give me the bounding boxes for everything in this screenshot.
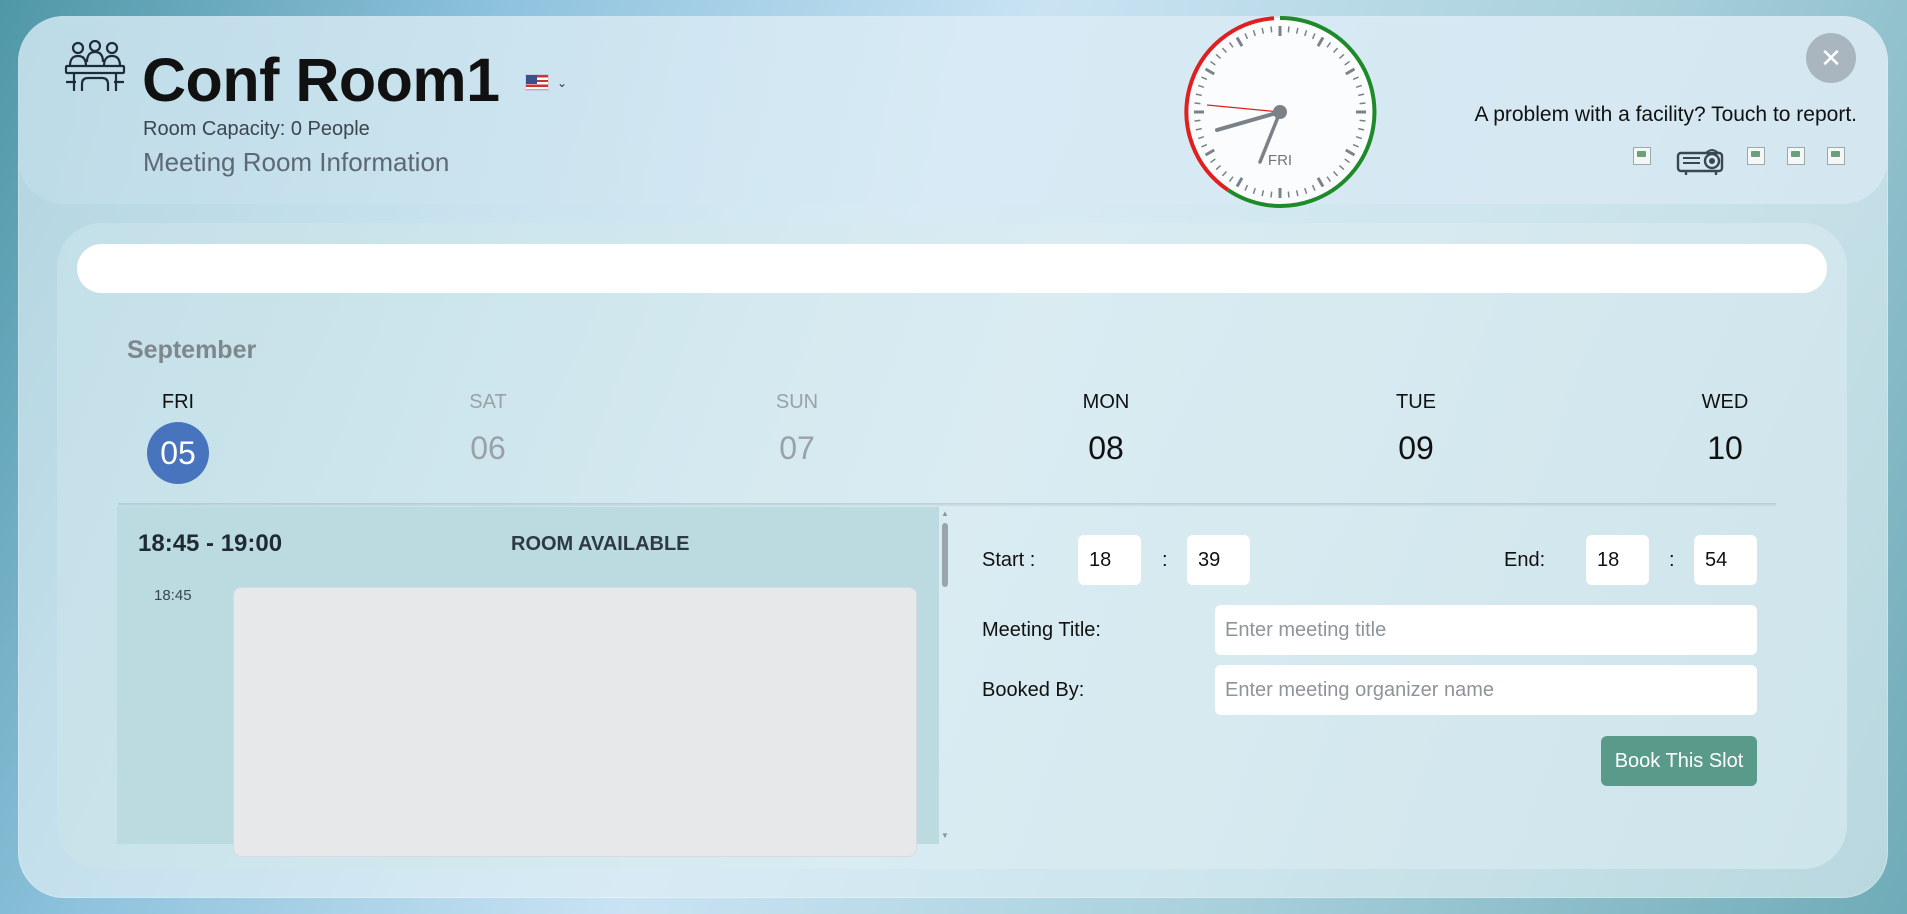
room-capacity: Room Capacity: 0 People <box>143 118 370 140</box>
end-label: End: <box>1504 549 1546 571</box>
day-tue[interactable]: TUE 09 <box>1356 391 1476 467</box>
day-name: FRI <box>161 391 195 413</box>
us-flag-icon <box>525 74 549 91</box>
clock-tick <box>1270 191 1273 198</box>
room-status: ROOM AVAILABLE <box>511 533 690 555</box>
facility-icons <box>1632 144 1852 180</box>
meeting-room-icon <box>64 40 126 91</box>
day-sun[interactable]: SUN 07 <box>737 391 857 467</box>
day-number: 08 <box>1088 430 1124 466</box>
clock-day: FRI <box>1268 152 1292 169</box>
meeting-title-label: Meeting Title: <box>982 619 1101 641</box>
clock-tick <box>1359 119 1366 122</box>
clock-tick <box>1194 102 1201 105</box>
slot-time-label: 18:45 <box>154 587 192 604</box>
schedule-scrollbar[interactable]: ▲ ▼ <box>939 507 953 844</box>
clock-tick <box>1287 26 1290 33</box>
close-button[interactable]: ✕ <box>1806 33 1856 83</box>
day-name: SUN <box>775 391 819 413</box>
organizer-input[interactable] <box>1215 665 1757 715</box>
day-name: WED <box>1701 391 1749 413</box>
start-hour-input[interactable] <box>1078 535 1141 585</box>
clock-tick <box>1359 102 1366 105</box>
day-number: 06 <box>470 430 506 466</box>
projector-icon[interactable] <box>1676 146 1728 176</box>
announcement-bar[interactable] <box>77 244 1827 293</box>
day-sat[interactable]: SAT 06 <box>428 391 548 467</box>
chevron-down-icon: ⌄ <box>557 75 568 90</box>
analog-clock: FRI <box>1184 15 1377 208</box>
scroll-up-icon[interactable]: ▲ <box>941 509 949 518</box>
day-number: 07 <box>779 430 815 466</box>
start-label: Start : <box>982 549 1036 571</box>
day-number: 09 <box>1398 430 1434 466</box>
page-subtitle: Meeting Room Information <box>143 147 450 177</box>
scroll-thumb[interactable] <box>942 523 948 587</box>
day-wed[interactable]: WED 10 <box>1665 391 1785 467</box>
book-slot-button[interactable]: Book This Slot <box>1601 736 1757 786</box>
broken-image-icon[interactable] <box>1747 147 1765 165</box>
day-name: SAT <box>469 391 507 413</box>
end-hour-input[interactable] <box>1586 535 1649 585</box>
month-label: September <box>127 336 257 364</box>
day-mon[interactable]: MON 08 <box>1046 391 1166 467</box>
end-minute-input[interactable] <box>1694 535 1757 585</box>
broken-image-icon[interactable] <box>1633 147 1651 165</box>
meeting-title-input[interactable] <box>1215 605 1757 655</box>
clock-tick <box>1270 26 1273 33</box>
time-separator: : <box>1669 549 1675 571</box>
day-number: 05 <box>147 422 209 484</box>
broken-image-icon[interactable] <box>1827 147 1845 165</box>
scroll-down-icon[interactable]: ▼ <box>941 831 949 840</box>
day-number: 10 <box>1707 430 1743 466</box>
day-fri[interactable]: FRI 05 <box>118 391 238 484</box>
day-name: MON <box>1082 391 1130 413</box>
close-icon: ✕ <box>1820 42 1842 73</box>
report-facility-link[interactable]: A problem with a facility? Touch to repo… <box>1475 103 1857 127</box>
language-selector[interactable]: ⌄ <box>525 74 567 91</box>
broken-image-icon[interactable] <box>1787 147 1805 165</box>
start-minute-input[interactable] <box>1187 535 1250 585</box>
clock-tick <box>1194 119 1201 122</box>
time-slot-card[interactable] <box>233 587 917 857</box>
time-separator: : <box>1162 549 1168 571</box>
clock-center <box>1273 105 1287 119</box>
room-title: Conf Room1 <box>142 46 500 114</box>
clock-tick <box>1287 191 1290 198</box>
day-name: TUE <box>1396 391 1436 413</box>
slot-time-range: 18:45 - 19:00 <box>138 530 283 557</box>
booked-by-label: Booked By: <box>982 679 1085 701</box>
